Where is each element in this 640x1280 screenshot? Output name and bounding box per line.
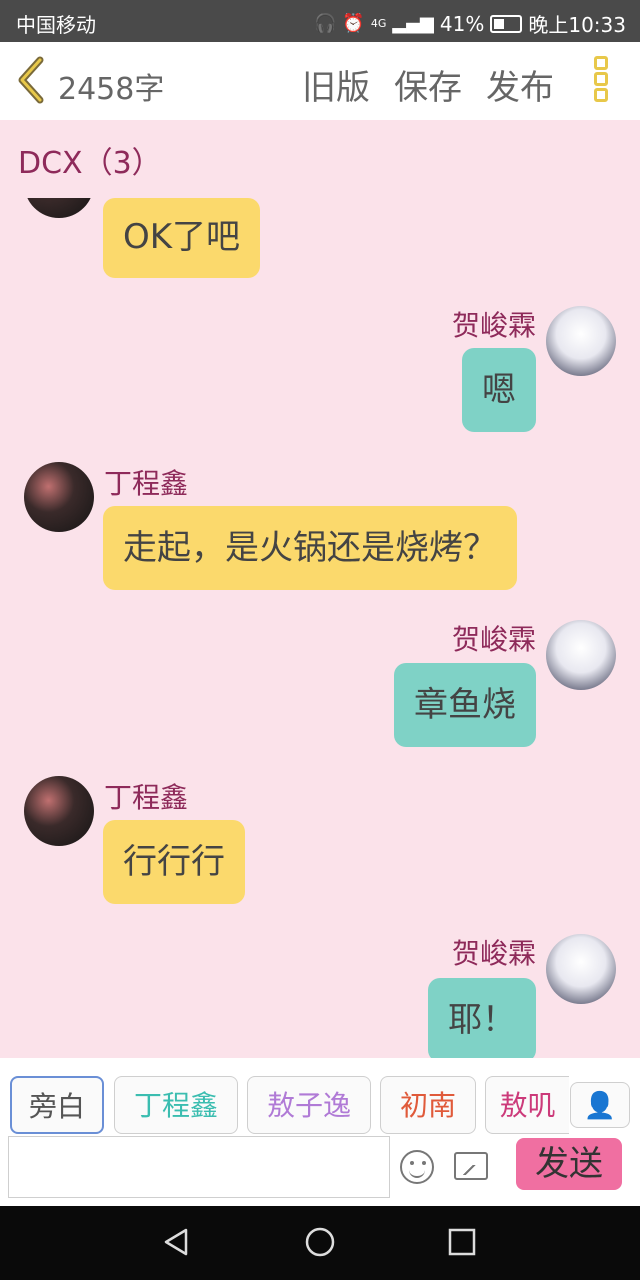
- message-bubble[interactable]: 走起，是火锅还是烧烤？: [103, 506, 517, 590]
- more-dot: [594, 88, 608, 102]
- sender-name: 贺峻霖: [451, 309, 536, 342]
- character-chip[interactable]: 敖子逸: [247, 1076, 371, 1134]
- emoji-icon[interactable]: [400, 1150, 434, 1184]
- character-chip[interactable]: 初南: [380, 1076, 476, 1134]
- headphones-icon: 🎧: [314, 13, 337, 34]
- chat-area[interactable]: OK了吧 贺峻霖 嗯 丁程鑫 走起，是火锅还是烧烤？ 贺峻霖 章鱼烧 丁程鑫 行…: [0, 198, 640, 1058]
- avatar[interactable]: [24, 776, 94, 846]
- image-icon[interactable]: [454, 1152, 488, 1180]
- more-dot: [594, 56, 608, 70]
- message-bubble[interactable]: 行行行: [103, 820, 245, 904]
- sender-name: 贺峻霖: [451, 937, 536, 970]
- status-icons: 🎧 ⏰ 4G ▂▄▆ 41% 晚上10:33: [314, 9, 626, 38]
- character-chip[interactable]: 丁程鑫: [114, 1076, 238, 1134]
- save-button[interactable]: 保存: [394, 60, 462, 109]
- recents-icon[interactable]: [446, 1226, 478, 1258]
- message-bubble[interactable]: 章鱼烧: [394, 663, 536, 747]
- sender-name: 贺峻霖: [451, 623, 536, 656]
- avatar[interactable]: [546, 934, 616, 1004]
- message-input[interactable]: [8, 1136, 390, 1198]
- compose-panel: 旁白 丁程鑫 敖子逸 初南 敖叽 👤 发送: [0, 1058, 640, 1206]
- signal-icon: ▂▄▆: [392, 13, 434, 34]
- carrier-label: 中国移动: [16, 13, 96, 37]
- system-nav-bar: [0, 1206, 640, 1280]
- home-icon[interactable]: [304, 1226, 336, 1258]
- network-label: 4G: [370, 17, 387, 30]
- battery-icon: [490, 14, 523, 33]
- sender-name: 丁程鑫: [104, 781, 189, 814]
- conversation-title: DCX（3）: [18, 146, 162, 181]
- back-icon[interactable]: [160, 1226, 192, 1258]
- more-menu-icon[interactable]: [594, 56, 614, 108]
- message-bubble[interactable]: OK了吧: [103, 198, 261, 278]
- alarm-icon: ⏰: [342, 13, 365, 34]
- clock: 晚上10:33: [528, 13, 626, 37]
- publish-button[interactable]: 发布: [486, 60, 554, 109]
- person-icon[interactable]: 👤: [570, 1082, 630, 1128]
- avatar[interactable]: [24, 462, 94, 532]
- battery-percent: 41%: [439, 11, 485, 36]
- character-chip[interactable]: 敖叽: [485, 1076, 569, 1134]
- send-button[interactable]: 发送: [516, 1138, 622, 1190]
- more-dot: [594, 72, 608, 86]
- avatar[interactable]: [546, 306, 616, 376]
- old-version-button[interactable]: 旧版: [302, 60, 370, 109]
- avatar[interactable]: [546, 620, 616, 690]
- back-chevron-icon[interactable]: [14, 56, 50, 104]
- message-bubble[interactable]: 嗯: [462, 348, 536, 432]
- avatar[interactable]: [24, 198, 94, 218]
- word-count: 2458字: [58, 72, 165, 107]
- sender-name: 丁程鑫: [104, 467, 189, 500]
- message-bubble[interactable]: 耶！: [428, 978, 536, 1058]
- character-chip[interactable]: 旁白: [10, 1076, 104, 1134]
- status-bar: 中国移动 🎧 ⏰ 4G ▂▄▆ 41% 晚上10:33: [0, 0, 640, 42]
- top-toolbar: 2458字 旧版 保存 发布: [0, 42, 640, 120]
